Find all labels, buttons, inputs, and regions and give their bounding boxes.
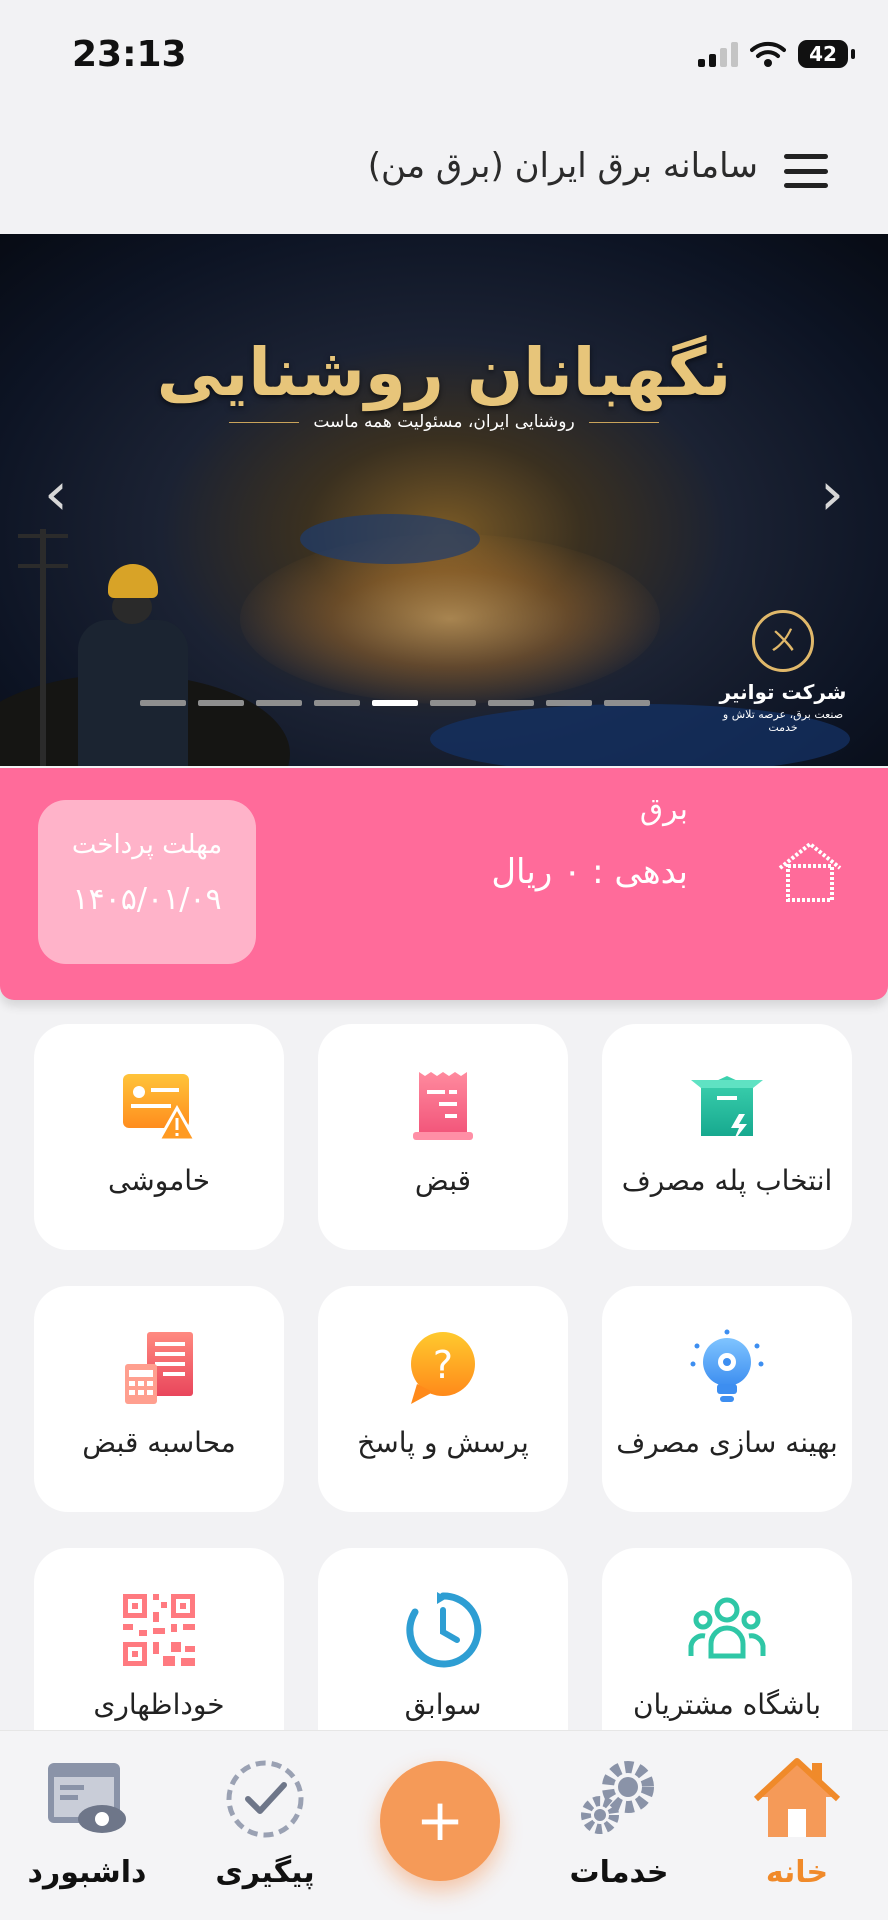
due-date: ۱۴۰۵/۰۱/۰۹ <box>72 882 222 917</box>
tab-services[interactable]: خدمات <box>544 1757 694 1890</box>
banner-map-glow <box>240 534 660 704</box>
service-label: خوداظهاری <box>93 1688 225 1721</box>
tab-dashboard[interactable]: داشبورد <box>12 1757 162 1890</box>
service-tile-optimization[interactable]: بهینه سازی مصرف <box>602 1286 852 1512</box>
gears-icon <box>581 1761 654 1834</box>
outage-warning-icon <box>123 1074 198 1142</box>
status-icons: 42 <box>698 40 855 68</box>
clock-history-icon <box>406 1592 482 1668</box>
bottom-tab-bar: خانه خدمات + پیگیری داشبورد <box>0 1730 888 1920</box>
calculator-icon <box>125 1332 193 1404</box>
box-lightning-icon <box>691 1076 763 1142</box>
bill-type: برق <box>639 792 688 827</box>
tab-label: خانه <box>765 1855 829 1890</box>
status-time: 23:13 <box>72 34 187 75</box>
hamburger-menu-icon[interactable] <box>784 154 828 188</box>
service-label: قبض <box>414 1164 472 1197</box>
users-icon <box>688 1597 766 1659</box>
tab-tracking[interactable]: پیگیری <box>190 1757 340 1890</box>
service-label: خاموشی <box>107 1164 211 1197</box>
home-icon <box>753 1758 841 1837</box>
page-title: سامانه برق ایران (برق من) <box>367 146 758 186</box>
app-header: سامانه برق ایران (برق من) <box>0 110 888 234</box>
service-label: پرسش و پاسخ <box>357 1426 529 1459</box>
carousel-dot[interactable] <box>488 700 534 706</box>
bill-summary-card[interactable]: برق بدهی : ۰ ریال مهلت پرداخت ۱۴۰۵/۰۱/۰۹ <box>0 768 888 1000</box>
service-tile-bill[interactable]: قبض <box>318 1024 568 1250</box>
question-bubble-icon: ? <box>411 1332 475 1404</box>
tavanir-logo: ㄨ شرکت توانیر صنعت برق، عرصه تلاش و خدمت <box>708 610 858 734</box>
power-pole-crossbar <box>18 534 68 538</box>
banner-caspian <box>300 514 480 564</box>
service-tile-outage[interactable]: خاموشی <box>34 1024 284 1250</box>
carousel-dot[interactable] <box>604 700 650 706</box>
qr-code-icon <box>123 1594 195 1666</box>
bulb-gear-icon <box>690 1329 764 1402</box>
carousel-dot[interactable] <box>140 700 186 706</box>
battery-icon: 42 <box>798 40 855 68</box>
receipt-icon <box>413 1072 473 1140</box>
cellular-signal-icon <box>698 41 738 67</box>
carousel-dot[interactable] <box>430 700 476 706</box>
service-tile-bill-calculation[interactable]: محاسبه قبض <box>34 1286 284 1512</box>
tavanir-logo-icon: ㄨ <box>752 610 814 672</box>
svg-text:?: ? <box>433 1343 453 1387</box>
carousel-dot-active[interactable] <box>372 700 418 706</box>
power-pole-crossbar <box>18 564 68 568</box>
status-bar: 23:13 42 <box>0 0 888 110</box>
carousel-indicators[interactable] <box>140 700 650 706</box>
tab-home[interactable]: خانه <box>722 1757 872 1890</box>
bill-debt: بدهی : ۰ ریال <box>491 852 688 892</box>
dashboard-eye-icon <box>48 1763 126 1833</box>
service-label: محاسبه قبض <box>82 1426 236 1459</box>
service-label: بهینه سازی مصرف <box>616 1426 838 1459</box>
carousel-dot[interactable] <box>314 700 360 706</box>
tab-label: داشبورد <box>27 1855 147 1890</box>
service-label: انتخاب پله مصرف <box>621 1164 833 1197</box>
carousel-next-arrow-icon[interactable]: › <box>820 464 844 524</box>
house-icon <box>778 841 842 902</box>
tab-label: پیگیری <box>215 1855 315 1890</box>
payment-deadline-box: مهلت پرداخت ۱۴۰۵/۰۱/۰۹ <box>38 800 256 964</box>
banner-subtitle: روشنایی ایران، مسئولیت همه ماست <box>0 412 888 432</box>
worker-figure <box>70 564 190 766</box>
service-label: باشگاه مشتریان <box>632 1688 822 1721</box>
wifi-icon <box>750 41 786 67</box>
add-fab-button[interactable]: + <box>380 1761 500 1881</box>
due-label: مهلت پرداخت <box>71 830 223 860</box>
logo-tagline: صنعت برق، عرصه تلاش و خدمت <box>722 708 844 734</box>
carousel-prev-arrow-icon[interactable]: ‹ <box>44 464 68 524</box>
carousel-dot[interactable] <box>256 700 302 706</box>
carousel-dot[interactable] <box>546 700 592 706</box>
tab-label: خدمات <box>569 1855 669 1890</box>
banner-carousel[interactable]: نگهبانان روشنایی روشنایی ایران، مسئولیت … <box>0 234 888 766</box>
service-tile-faq[interactable]: ? پرسش و پاسخ <box>318 1286 568 1512</box>
services-grid: انتخاب پله مصرف قبض خاموشی بهینه سازی مص… <box>34 1024 854 1774</box>
service-label: سوابق <box>404 1688 482 1721</box>
carousel-dot[interactable] <box>198 700 244 706</box>
check-circle-icon <box>226 1760 304 1838</box>
service-tile-consumption-step[interactable]: انتخاب پله مصرف <box>602 1024 852 1250</box>
logo-name: شرکت توانیر <box>719 680 847 704</box>
banner-title: نگهبانان روشنایی <box>156 334 732 411</box>
